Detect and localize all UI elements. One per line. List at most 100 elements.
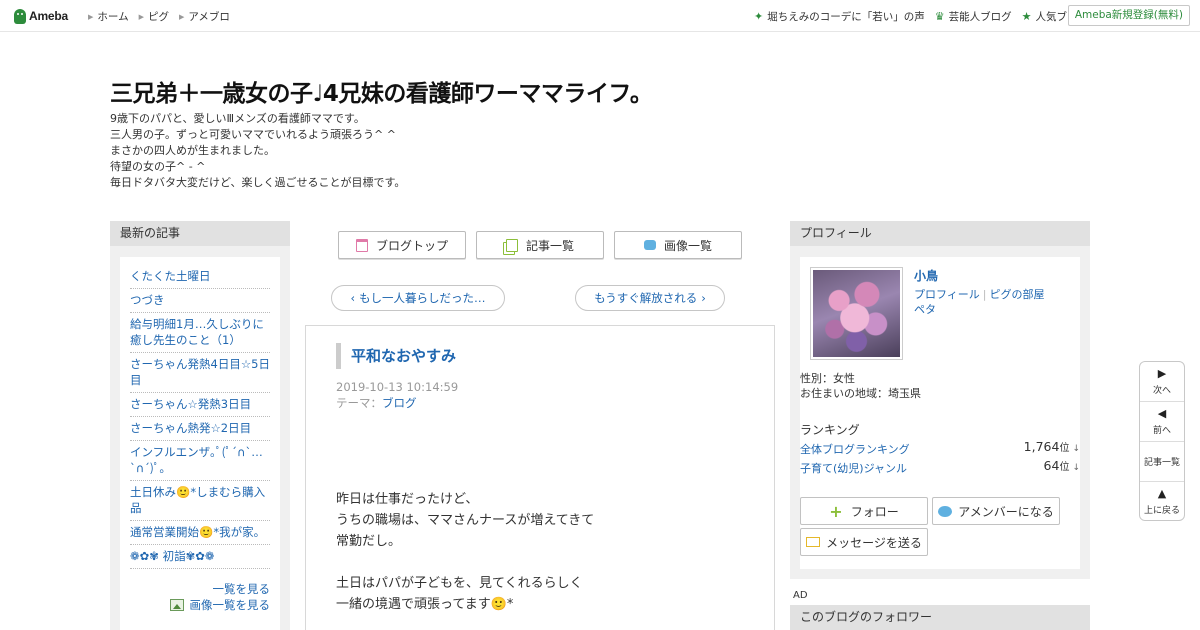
triangle-up-icon: ▲: [1157, 487, 1167, 500]
list-item: つづき: [130, 289, 270, 313]
genre-ranking-link[interactable]: 子育て(幼児)ジャンル: [800, 462, 907, 475]
triangle-left-icon: ◀: [1157, 406, 1167, 420]
float-list-button[interactable]: 記事一覧: [1140, 442, 1184, 482]
list-item: 土日休み🙂*しまむら購入品: [130, 481, 270, 521]
recent-entry-link[interactable]: くたくた土曜日: [130, 269, 211, 283]
recent-entries-body: くたくた土曜日 つづき 給与明細1月…久しぶりに癒し先生のこと（1） さーちゃん…: [120, 257, 280, 630]
arrow-down-icon: ↓: [1072, 463, 1080, 473]
recent-entry-link[interactable]: さーちゃん発熱4日目☆5日目: [130, 357, 270, 387]
next-entry-button[interactable]: もうすぐ解放される ›: [575, 285, 725, 311]
crown-icon: ♛: [934, 10, 945, 23]
profile-gender: 性別：女性: [800, 372, 855, 385]
recent-entry-link[interactable]: 土日休み🙂*しまむら購入品: [130, 485, 265, 515]
nav-ameblo[interactable]: ▶ アメブロ: [179, 9, 230, 24]
description-line: 三人男の子。ずっと可愛いママでいれるよう頑張ろう^ ^: [110, 128, 396, 141]
description-line: 9歳下のパパと、愛しいⅢメンズの看護師ママです。: [110, 112, 365, 125]
chevron-right-icon: ▶: [138, 12, 144, 21]
list-item: くたくた土曜日: [130, 265, 270, 289]
follow-button[interactable]: + フォロー: [800, 497, 928, 525]
celebrity-blog-link[interactable]: ♛ 芸能人ブログ: [935, 9, 1012, 24]
float-prev-button[interactable]: ◀ 前へ: [1140, 402, 1184, 442]
amember-button[interactable]: アメンバーになる: [932, 497, 1060, 525]
profile-info: 性別：女性 お住まいの地域：埼玉県: [800, 371, 921, 401]
ameba-logo[interactable]: Ameba: [14, 7, 68, 25]
pigg-room-link[interactable]: ピグの部屋: [990, 288, 1045, 301]
register-button[interactable]: Ameba新規登録(無料): [1067, 5, 1190, 26]
camera-icon: [643, 240, 656, 250]
entry-theme: テーマ：ブログ: [336, 396, 417, 410]
entry-title[interactable]: 平和なおやすみ: [336, 343, 456, 369]
sparkle-icon: ✦: [754, 10, 764, 23]
ranking-row: 子育て(幼児)ジャンル 64位 ↓: [800, 458, 1080, 476]
list-item: ❁✿✾ 初詣✾✿❁: [130, 545, 270, 569]
list-item: インフルエンザ｡ﾟ(ﾟ´∩`…`∩´)ﾟ｡: [130, 441, 270, 481]
recent-entry-link[interactable]: 通常営業開始🙂*我が家。: [130, 525, 265, 539]
overall-ranking-link[interactable]: 全体ブログランキング: [800, 443, 910, 456]
list-item: さーちゃん熱発☆2日目: [130, 417, 270, 441]
image-icon: [169, 599, 184, 611]
profile-links: プロフィール | ピグの部屋 ペタ: [914, 287, 1074, 317]
profile-body: 小鳥 プロフィール | ピグの部屋 ペタ 性別：女性 お住まいの地域：埼玉県 ランキ…: [800, 257, 1080, 569]
top-nav: ▶ ホーム ▶ ピグ ▶ アメブロ: [88, 9, 230, 24]
star-icon: ★: [1021, 10, 1032, 23]
nav-pigg[interactable]: ▶ ピグ: [139, 9, 169, 24]
avatar[interactable]: [810, 267, 903, 360]
chevron-right-icon: ›: [701, 291, 706, 305]
entry-body: 昨日は仕事だったけど、 うちの職場は、ママさんナースが増えてきて 常勤だし。 土…: [336, 492, 595, 612]
profile-name[interactable]: 小鳥: [914, 267, 938, 284]
description-line: 待望の女の子^ - ^: [110, 160, 206, 173]
ameba-logo-icon: [14, 8, 26, 24]
trending-topic-link[interactable]: ✦ 堀ちえみのコーデに「若い」の声: [754, 9, 925, 24]
avatar-image: [813, 270, 900, 357]
triangle-right-icon: ▶: [1157, 366, 1167, 380]
chevron-right-icon: ▶: [178, 12, 185, 21]
blog-title[interactable]: 三兄弟＋一歳女の子♩4兄妹の看護師ワーママライフ。: [110, 74, 653, 108]
ranking-row: 全体ブログランキング 1,764位 ↓: [800, 439, 1080, 457]
send-message-button[interactable]: メッセージを送る: [800, 528, 928, 556]
recent-entry-link[interactable]: さーちゃん☆発熱3日目: [130, 397, 251, 411]
blog-top-button[interactable]: ブログトップ: [338, 231, 466, 259]
view-all-images-link[interactable]: 画像一覧を見る: [130, 597, 270, 613]
document-icon: [355, 238, 368, 252]
arrow-down-icon: ↓: [1072, 444, 1080, 454]
float-next-button[interactable]: ▶ 次へ: [1140, 362, 1184, 402]
nav-home[interactable]: ▶ ホーム: [88, 9, 129, 24]
recent-entries-panel: 最新の記事 くたくた土曜日 つづき 給与明細1月…久しぶりに癒し先生のこと（1）…: [110, 221, 290, 630]
list-item: さーちゃん☆発熱3日目: [130, 393, 270, 417]
list-item: さーちゃん発熱4日目☆5日目: [130, 353, 270, 393]
chat-icon: [938, 505, 953, 517]
ranking-value: 1,764位 ↓: [1023, 439, 1080, 454]
float-top-button[interactable]: ▲ 上に戻る: [1140, 482, 1184, 520]
recent-entry-link[interactable]: インフルエンザ｡ﾟ(ﾟ´∩`…`∩´)ﾟ｡: [130, 445, 263, 475]
floating-nav: ▶ 次へ ◀ 前へ 記事一覧 ▲ 上に戻る: [1139, 361, 1185, 521]
entry-meta: 2019-10-13 10:14:59 テーマ：ブログ: [336, 379, 458, 411]
description-line: まさかの四人めが生まれました。: [110, 144, 275, 157]
view-all-entries-link[interactable]: 一覧を見る: [130, 581, 271, 597]
entry-list-button[interactable]: 記事一覧: [476, 231, 604, 259]
profile-panel: プロフィール 小鳥 プロフィール | ピグの部屋 ペタ 性別：女性 お住まいの地域：…: [790, 221, 1090, 579]
list-item: 給与明細1月…久しぶりに癒し先生のこと（1）: [130, 313, 270, 353]
theme-link[interactable]: ブログ: [382, 396, 417, 410]
ameba-logo-text: Ameba: [29, 9, 69, 23]
image-list-button[interactable]: 画像一覧: [614, 231, 742, 259]
profile-heading: プロフィール: [790, 221, 1090, 246]
ranking-value: 64位 ↓: [1043, 458, 1080, 473]
plus-icon: +: [829, 501, 843, 521]
profile-link[interactable]: プロフィール: [914, 288, 980, 301]
chevron-right-icon: ▶: [88, 12, 94, 21]
prev-entry-button[interactable]: ‹ もし一人暮らしだった…: [331, 285, 505, 311]
recent-entry-link[interactable]: さーちゃん熱発☆2日目: [130, 421, 251, 435]
ad-label: AD: [793, 590, 808, 601]
recent-entry-link[interactable]: 給与明細1月…久しぶりに癒し先生のこと（1）: [130, 317, 264, 347]
peta-link[interactable]: ペタ: [914, 303, 936, 316]
separator: |: [982, 288, 987, 301]
blog-description: 9歳下のパパと、愛しいⅢメンズの看護師ママです。 三人男の子。ずっと可愛いママで…: [110, 111, 405, 191]
recent-more-links: 一覧を見る 画像一覧を見る: [130, 581, 270, 613]
description-line: 毎日ドタバタ大変だけど、楽しく過ごせることが目標です。: [110, 176, 406, 189]
recent-entry-link[interactable]: ❁✿✾ 初詣✾✿❁: [130, 549, 214, 563]
recent-entry-link[interactable]: つづき: [130, 293, 165, 307]
article: 平和なおやすみ 2019-10-13 10:14:59 テーマ：ブログ 昨日は仕…: [305, 325, 775, 630]
top-bar: Ameba ▶ ホーム ▶ ピグ ▶ アメブロ ✦ 堀ちえみのコーデに「若い」の声 ♛ 芸…: [0, 0, 1200, 32]
recent-entries-heading: 最新の記事: [110, 221, 290, 246]
recent-entries-list: くたくた土曜日 つづき 給与明細1月…久しぶりに癒し先生のこと（1） さーちゃん…: [130, 265, 270, 569]
